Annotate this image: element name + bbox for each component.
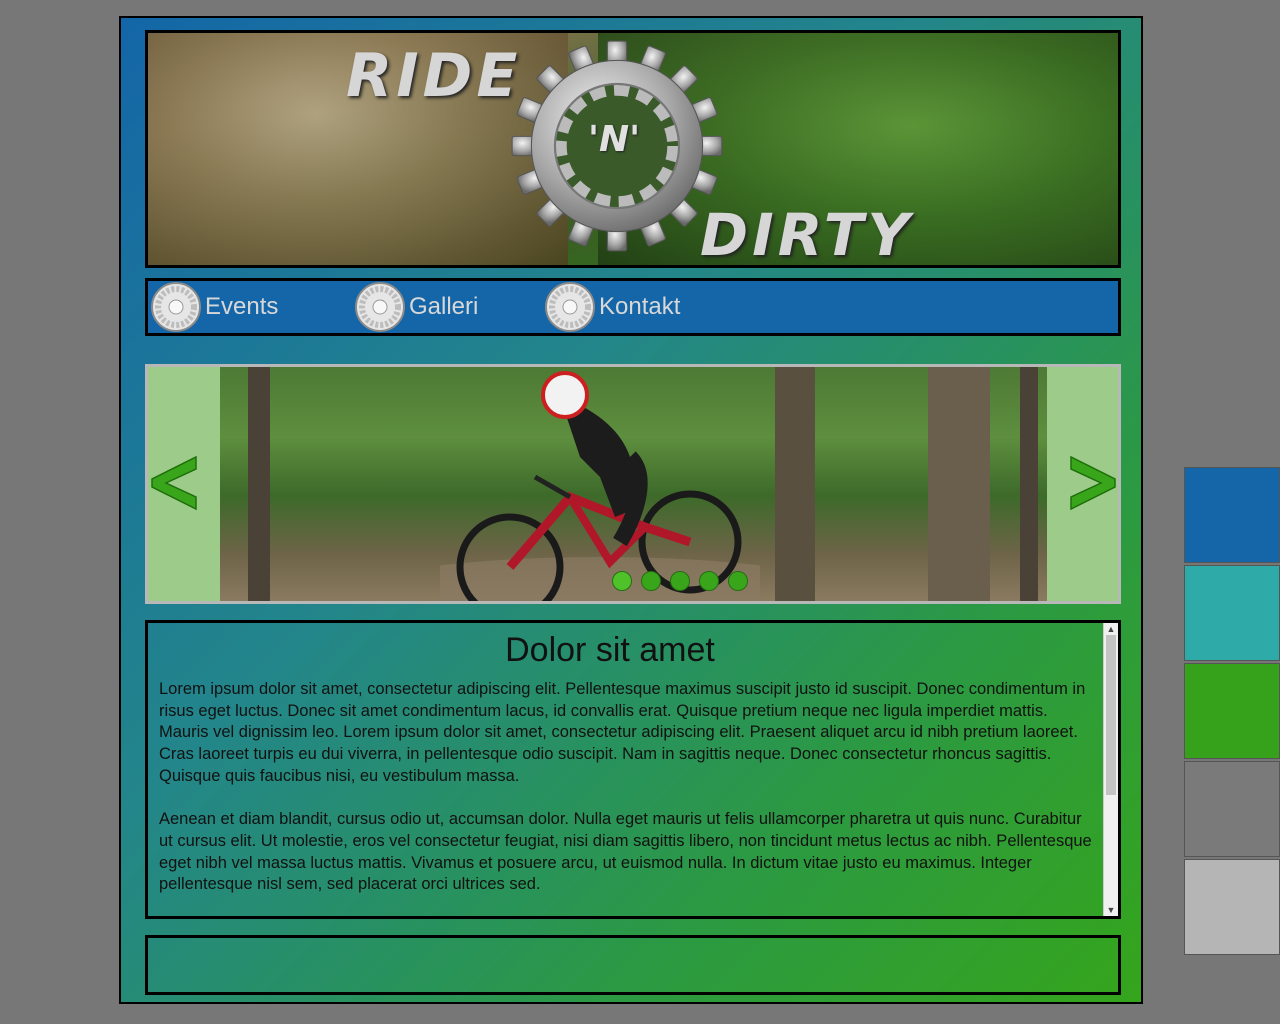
nav-item-label: Events <box>205 293 279 320</box>
page-container: RIDE 'N' DIRTY Events Galleri Kontakt Do… <box>119 16 1143 1004</box>
content-text: Lorem ipsum dolor sit amet, consectetur … <box>159 679 1093 916</box>
content-paragraph: Aenean et diam blandit, cursus odio ut, … <box>159 810 1092 894</box>
slider-dot[interactable] <box>670 571 690 591</box>
nav-item-kontakt[interactable]: Kontakt <box>544 281 680 333</box>
slider-photo-mountain-biker <box>220 367 1047 601</box>
slider-dot[interactable] <box>699 571 719 591</box>
prev-arrow-icon[interactable] <box>150 455 200 511</box>
scroll-up-icon[interactable]: ▲ <box>1104 623 1118 635</box>
cog-icon <box>151 282 201 332</box>
main-nav: Events Galleri Kontakt <box>145 278 1121 336</box>
content-paragraph: Lorem ipsum dolor sit amet, consectetur … <box>159 680 1086 785</box>
scrollbar-thumb[interactable] <box>1106 635 1116 795</box>
footer-panel <box>145 935 1121 995</box>
nav-item-label: Kontakt <box>599 293 681 320</box>
slider-dot[interactable] <box>728 571 748 591</box>
slider-dot[interactable] <box>612 571 632 591</box>
nav-item-label: Galleri <box>409 293 479 320</box>
image-slider <box>145 364 1121 604</box>
palette-swatch-blue <box>1184 467 1280 563</box>
nav-item-events[interactable]: Events <box>150 281 278 333</box>
palette-swatch-lightgray <box>1184 859 1280 955</box>
cog-icon <box>355 282 405 332</box>
scroll-down-icon[interactable]: ▼ <box>1104 904 1118 916</box>
logo-text-ride: RIDE <box>346 41 522 111</box>
palette-swatch-teal <box>1184 565 1280 661</box>
biker-figure <box>440 371 760 601</box>
slider-dot[interactable] <box>641 571 661 591</box>
nav-item-galleri[interactable]: Galleri <box>354 281 478 333</box>
slider-dots <box>612 571 748 591</box>
palette-swatch-green <box>1184 663 1280 759</box>
logo-text-n: 'N' <box>588 119 641 160</box>
cog-icon <box>545 282 595 332</box>
content-panel: Dolor sit amet Lorem ipsum dolor sit ame… <box>145 620 1121 919</box>
content-scrollbar[interactable]: ▲ ▼ <box>1103 623 1118 916</box>
content-title: Dolor sit amet <box>505 631 715 669</box>
logo-text-dirty: DIRTY <box>700 201 914 268</box>
palette-swatch-gray <box>1184 761 1280 857</box>
next-arrow-icon[interactable] <box>1067 455 1117 511</box>
header-banner: RIDE 'N' DIRTY <box>145 30 1121 268</box>
